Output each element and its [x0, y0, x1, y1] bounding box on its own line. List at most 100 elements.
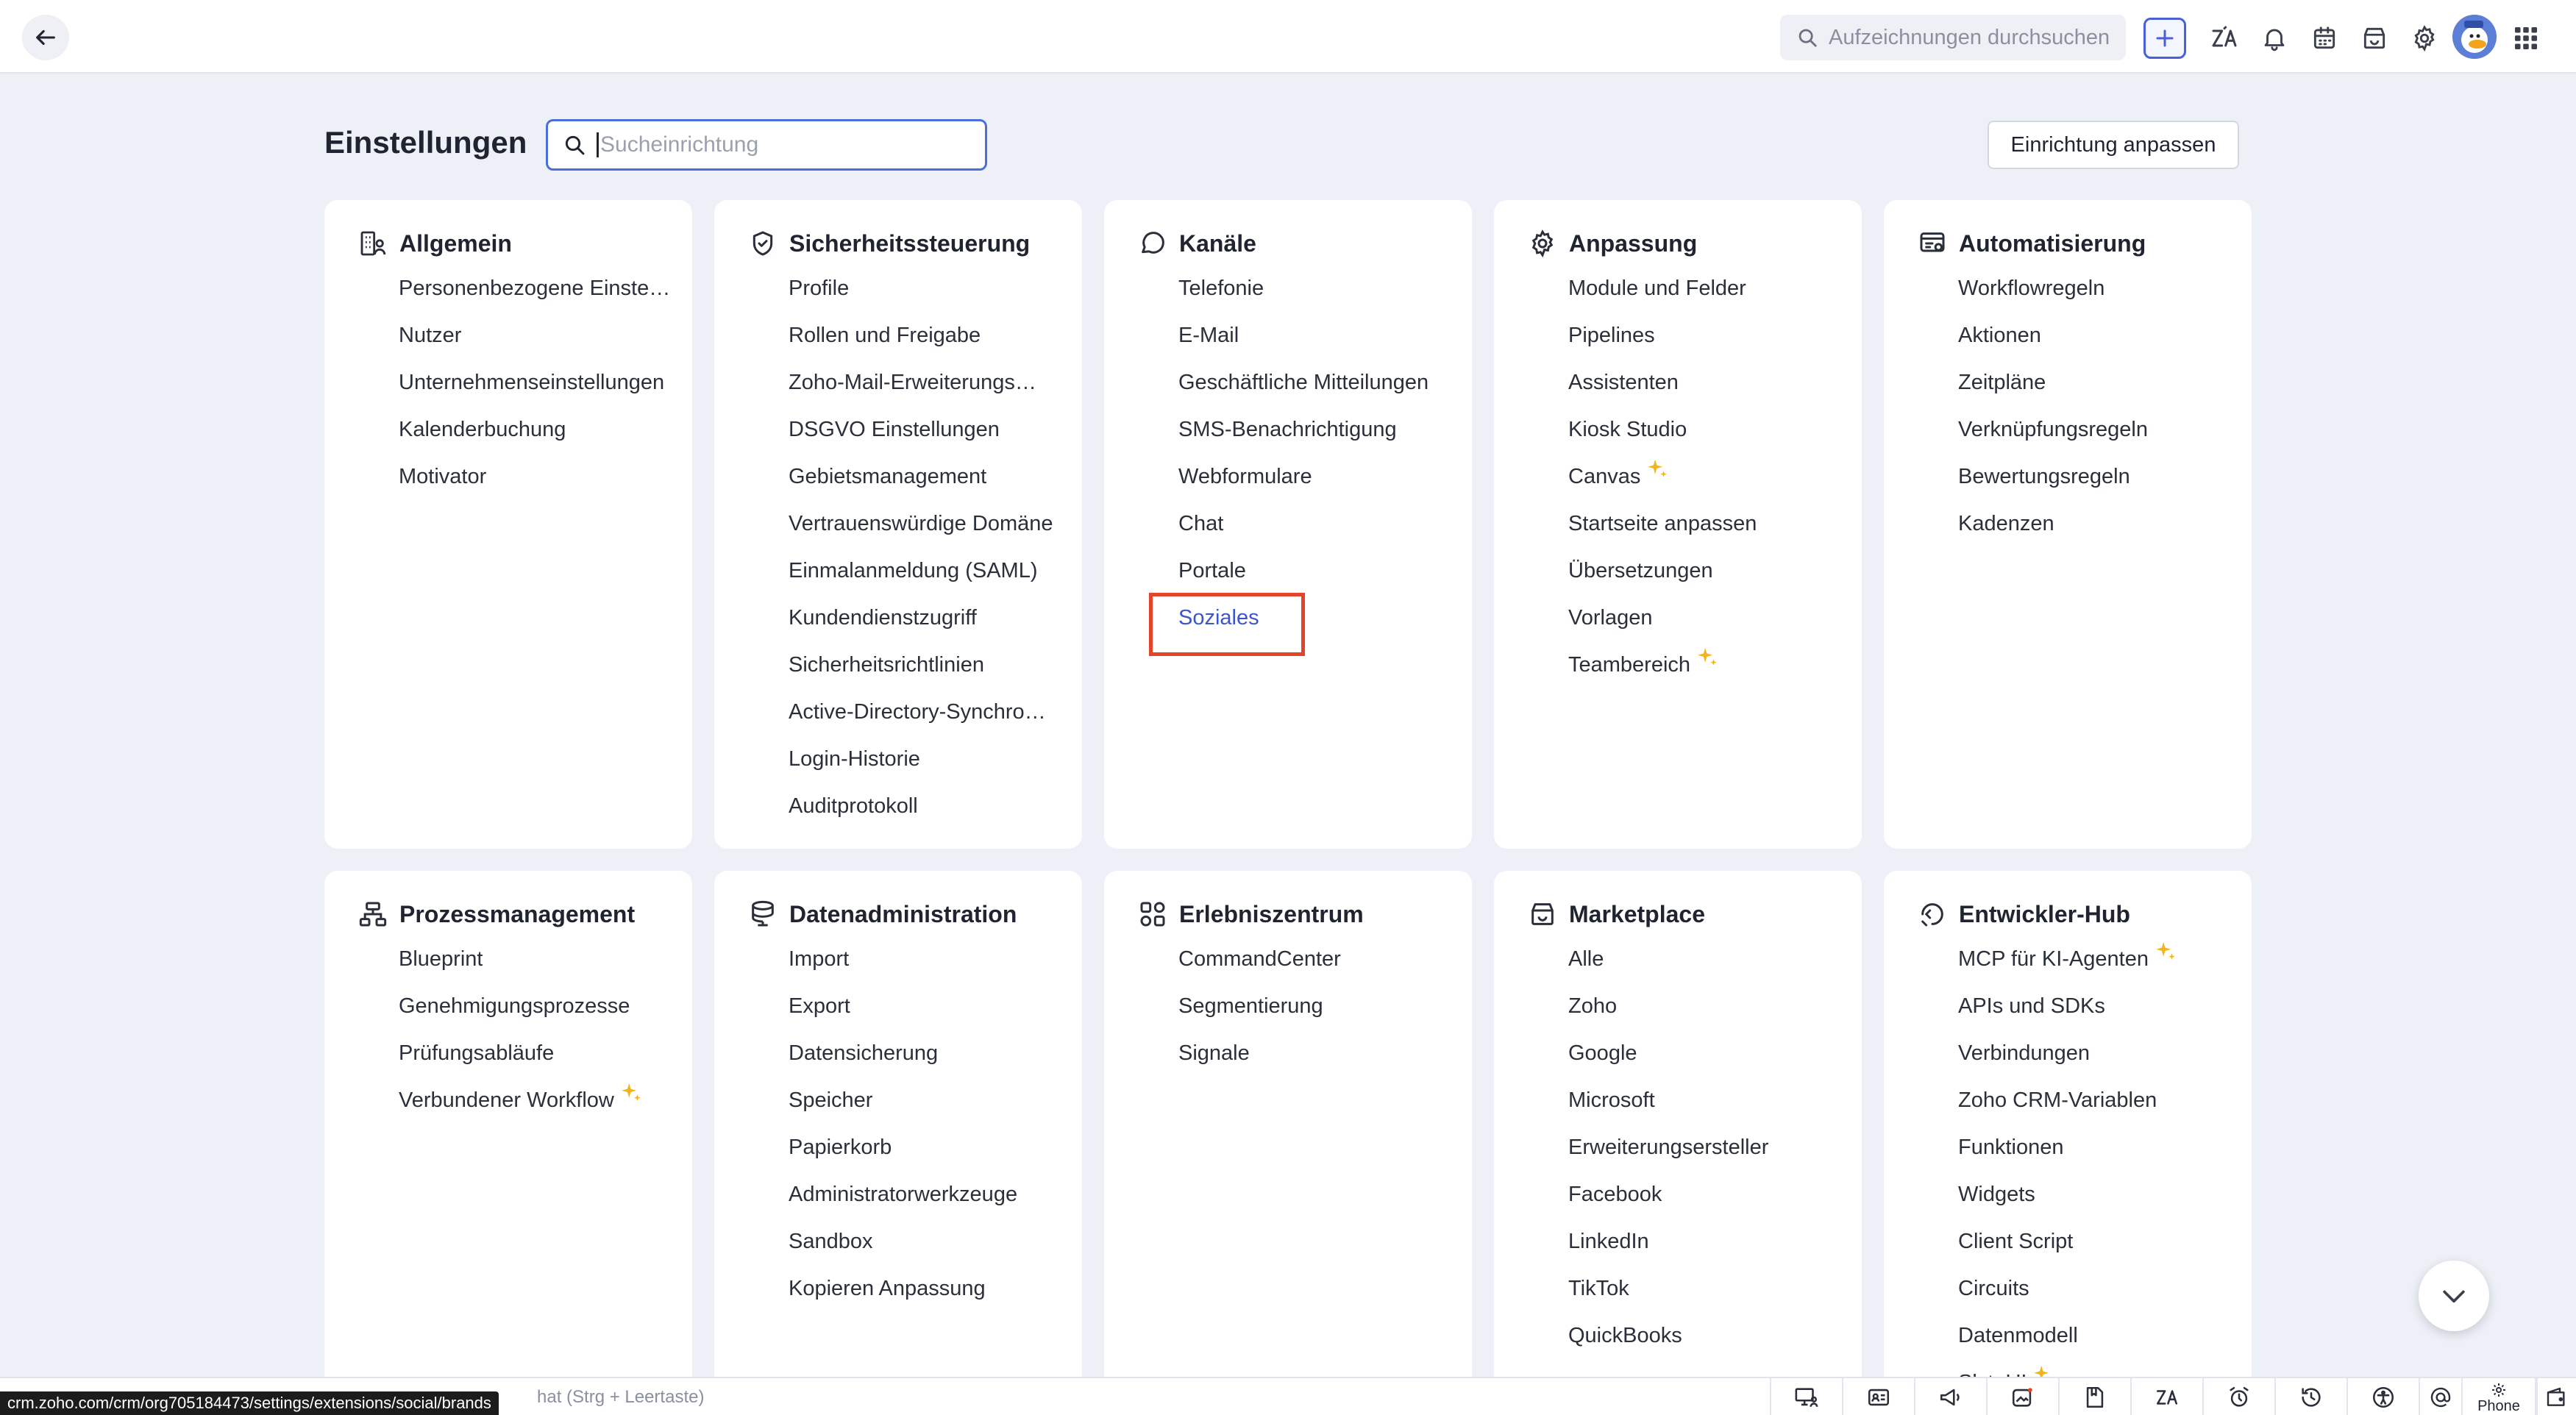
setting-link[interactable]: Gebietsmanagement — [789, 453, 1075, 500]
alarm-clock-icon[interactable] — [2202, 1378, 2274, 1415]
setting-link[interactable]: Personenbezogene Einstellungen — [399, 265, 686, 312]
setting-link[interactable]: E-Mail — [1178, 312, 1465, 359]
setting-link[interactable]: Export — [789, 983, 1075, 1030]
setting-link[interactable]: Genehmigungsprozesse — [399, 983, 686, 1030]
create-new-button[interactable] — [2143, 18, 2186, 59]
setting-link[interactable]: Kopieren Anpassung — [789, 1265, 1075, 1312]
setting-link[interactable]: Telefonie — [1178, 265, 1465, 312]
setting-link[interactable]: Webformulare — [1178, 453, 1465, 500]
setting-link[interactable]: Kiosk Studio — [1568, 406, 1855, 453]
setting-link[interactable]: MCP für KI-Agenten — [1958, 935, 2245, 983]
setting-link[interactable]: Nutzer — [399, 312, 686, 359]
setting-link[interactable]: Vorlagen — [1568, 594, 1855, 641]
id-card-icon[interactable] — [1842, 1378, 1914, 1415]
setting-link[interactable]: Motivator — [399, 453, 686, 500]
setting-link[interactable]: Rollen und Freigabe — [789, 312, 1075, 359]
setting-link[interactable]: DSGVO Einstellungen — [789, 406, 1075, 453]
setting-link[interactable]: Verbundener Workflow — [399, 1077, 686, 1124]
setting-link[interactable]: Verbindungen — [1958, 1030, 2245, 1077]
setting-link[interactable]: Facebook — [1568, 1171, 1855, 1218]
calendar-icon[interactable] — [2307, 21, 2342, 56]
setting-link[interactable]: Profile — [789, 265, 1075, 312]
setting-link[interactable]: Vertrauenswürdige Domäne — [789, 500, 1075, 547]
app-grid-icon[interactable] — [2508, 21, 2544, 56]
bookmark-note-icon[interactable] — [2058, 1378, 2130, 1415]
setting-link[interactable]: Workflowregeln — [1958, 265, 2245, 312]
setting-link[interactable]: Aktionen — [1958, 312, 2245, 359]
history-icon[interactable] — [2274, 1378, 2346, 1415]
setting-link[interactable]: Geschäftliche Mitteilungen — [1178, 359, 1465, 406]
setting-link[interactable]: Datenmodell — [1958, 1312, 2245, 1359]
setting-link[interactable]: Startseite anpassen — [1568, 500, 1855, 547]
setting-link[interactable]: APIs und SDKs — [1958, 983, 2245, 1030]
setting-link[interactable]: Funktionen — [1958, 1124, 2245, 1171]
setting-link[interactable]: Zeitpläne — [1958, 359, 2245, 406]
setting-link[interactable]: Einmalanmeldung (SAML) — [789, 547, 1075, 594]
setting-link[interactable]: Prüfungsabläufe — [399, 1030, 686, 1077]
setting-link[interactable]: Circuits — [1958, 1265, 2245, 1312]
setting-link[interactable]: SMS-Benachrichtigung — [1178, 406, 1465, 453]
customize-setup-button[interactable]: Einrichtung anpassen — [1988, 121, 2239, 169]
accessibility-icon[interactable] — [2346, 1378, 2419, 1415]
setting-link[interactable]: Chat — [1178, 500, 1465, 547]
setup-search-input[interactable]: Sucheinrichtung — [546, 119, 987, 171]
setting-link[interactable]: Papierkorb — [789, 1124, 1075, 1171]
setting-link[interactable]: LinkedIn — [1568, 1218, 1855, 1265]
wallet-icon[interactable] — [2536, 1378, 2576, 1415]
setting-link[interactable]: Datensicherung — [789, 1030, 1075, 1077]
setting-link[interactable]: Kadenzen — [1958, 500, 2245, 547]
back-button[interactable] — [22, 15, 69, 60]
phone-button[interactable]: Phone — [2461, 1378, 2536, 1415]
setting-link[interactable]: Import — [789, 935, 1075, 983]
at-sign-icon[interactable] — [2419, 1378, 2461, 1415]
setting-link[interactable]: Login-Historie — [789, 735, 1075, 783]
scroll-down-button[interactable] — [2419, 1261, 2489, 1331]
setting-link[interactable]: Verknüpfungsregeln — [1958, 406, 2245, 453]
setting-link[interactable]: CommandCenter — [1178, 935, 1465, 983]
chat-shortcut-hint[interactable]: hat (Strg + Leertaste) — [537, 1387, 704, 1408]
setting-link[interactable]: Module und Felder — [1568, 265, 1855, 312]
setting-link[interactable]: Erweiterungsersteller — [1568, 1124, 1855, 1171]
setting-link[interactable]: Zoho-Mail-Erweiterungsnutzer — [789, 359, 1075, 406]
setting-link[interactable]: Canvas — [1568, 453, 1855, 500]
setting-link[interactable]: Sandbox — [789, 1218, 1075, 1265]
setting-link[interactable]: Signale — [1178, 1030, 1465, 1077]
setting-link[interactable]: Pipelines — [1568, 312, 1855, 359]
zia-icon[interactable] — [2207, 21, 2242, 56]
setting-link[interactable]: Blueprint — [399, 935, 686, 983]
setting-link[interactable]: Microsoft — [1568, 1077, 1855, 1124]
setting-link[interactable]: Zoho CRM-Variablen — [1958, 1077, 2245, 1124]
setting-link[interactable]: QuickBooks — [1568, 1312, 1855, 1359]
setting-link[interactable]: Zoho — [1568, 983, 1855, 1030]
setting-link[interactable]: Google — [1568, 1030, 1855, 1077]
setting-link[interactable]: Portale — [1178, 547, 1465, 594]
setting-link[interactable]: Widgets — [1958, 1171, 2245, 1218]
setting-link[interactable]: Assistenten — [1568, 359, 1855, 406]
zia-icon[interactable] — [2130, 1378, 2202, 1415]
setting-link[interactable]: Speicher — [789, 1077, 1075, 1124]
sparkle-icon — [1645, 457, 1670, 482]
setting-link[interactable]: Sicherheitsrichtlinien — [789, 641, 1075, 688]
setting-link[interactable]: Unternehmenseinstellungen — [399, 359, 686, 406]
setting-link[interactable]: Auditprotokoll — [789, 783, 1075, 830]
setting-link[interactable]: Client Script — [1958, 1218, 2245, 1265]
global-search-input[interactable]: Aufzeichnungen durchsuchen — [1780, 15, 2126, 60]
setting-link-active[interactable]: Soziales — [1149, 593, 1465, 656]
setting-link[interactable]: Übersetzungen — [1568, 547, 1855, 594]
setting-link[interactable]: Active-Directory-Synchronisation — [789, 688, 1075, 735]
megaphone-icon[interactable] — [1914, 1378, 1986, 1415]
gear-icon[interactable] — [2407, 21, 2442, 56]
monitor-user-icon[interactable] — [1770, 1378, 1842, 1415]
bell-icon[interactable] — [2257, 21, 2292, 56]
setting-link[interactable]: Kundendienstzugriff — [789, 594, 1075, 641]
setting-link[interactable]: Kalenderbuchung — [399, 406, 686, 453]
setting-link[interactable]: Segmentierung — [1178, 983, 1465, 1030]
setting-link[interactable]: Alle — [1568, 935, 1855, 983]
ai-image-icon[interactable] — [1986, 1378, 2058, 1415]
setting-link[interactable]: Administratorwerkzeuge — [789, 1171, 1075, 1218]
setting-link[interactable]: Teambereich — [1568, 641, 1855, 688]
setting-link[interactable]: Bewertungsregeln — [1958, 453, 2245, 500]
marketplace-icon[interactable] — [2357, 21, 2392, 56]
setting-link[interactable]: TikTok — [1568, 1265, 1855, 1312]
avatar[interactable] — [2452, 15, 2497, 59]
